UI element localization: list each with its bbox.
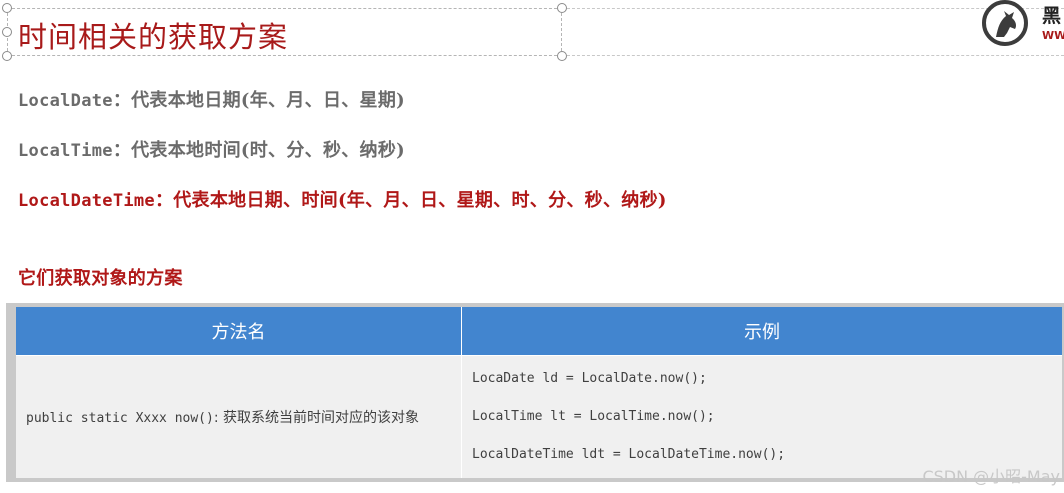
method-cell: public static Xxxx now(): 获取系统当前时间对应的该对象 [16, 355, 462, 478]
brand-logo: 黑 WW [982, 0, 1064, 50]
subheading: 它们获取对象的方案 [18, 268, 183, 289]
localtime-line: LocalTime：代表本地时间(时、分、秒、纳秒) [18, 136, 405, 162]
example-line-localtime: LocalTime lt = LocalTime.now(); [472, 409, 715, 424]
slide-title[interactable]: 时间相关的获取方案 [18, 14, 288, 56]
localdate-description: ：代表本地日期(年、月、日、星期) [112, 90, 405, 111]
localtime-class-name: LocalTime [18, 141, 113, 161]
method-description: : 获取系统当前时间对应的该对象 [213, 410, 420, 426]
method-signature: public static Xxxx now() [26, 411, 214, 426]
header-method-name: 方法名 [16, 307, 462, 356]
logo-subtext: WW [1042, 29, 1064, 42]
localdatetime-class-name: LocalDateTime [18, 191, 155, 211]
header-example: 示例 [461, 307, 1062, 356]
resize-handle-middle-left[interactable] [2, 27, 12, 37]
example-cell: LocaDate ld = LocalDate.now(); LocalTime… [461, 355, 1062, 478]
horse-logo-icon [982, 0, 1028, 46]
resize-handle-bottom-middle[interactable] [557, 51, 567, 61]
localdatetime-line: LocalDateTime：代表本地日期、时间(年、月、日、星期、时、分、秒、纳… [18, 186, 667, 212]
table-row: public static Xxxx now(): 获取系统当前时间对应的该对象… [16, 355, 1062, 478]
localtime-description: ：代表本地时间(时、分、秒、纳秒) [112, 140, 405, 161]
methods-table-container: 方法名 示例 public static Xxxx now(): 获取系统当前时… [6, 303, 1064, 482]
example-line-localdate: LocaDate ld = LocalDate.now(); [472, 371, 707, 386]
resize-handle-top-middle[interactable] [557, 3, 567, 13]
resize-handle-bottom-left[interactable] [2, 51, 12, 61]
logo-text: 黑 [1042, 5, 1062, 27]
table-header-row: 方法名 示例 [16, 307, 1062, 356]
localdate-line: LocalDate：代表本地日期(年、月、日、星期) [18, 86, 405, 112]
watermark: CSDN @小昭-May [922, 467, 1060, 486]
methods-table: 方法名 示例 public static Xxxx now(): 获取系统当前时… [16, 307, 1062, 478]
localdatetime-description: ：代表本地日期、时间(年、月、日、星期、时、分、秒、纳秒) [154, 190, 667, 211]
localdate-class-name: LocalDate [18, 91, 113, 111]
resize-handle-top-left[interactable] [2, 3, 12, 13]
